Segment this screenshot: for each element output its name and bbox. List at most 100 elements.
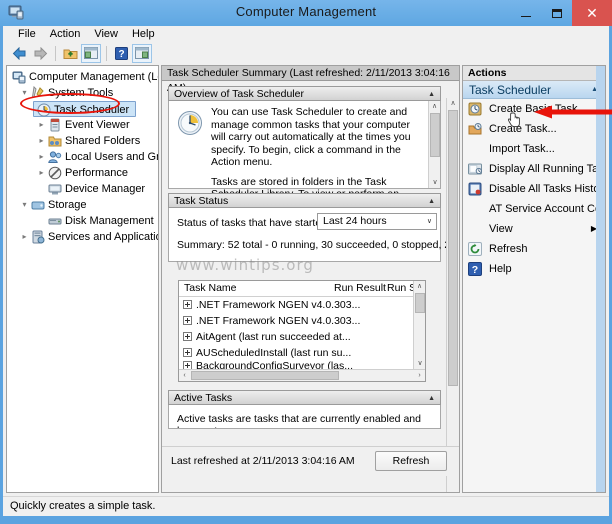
expand-icon[interactable] xyxy=(183,316,192,325)
expand-icon[interactable] xyxy=(183,348,192,357)
scroll-up-icon[interactable]: ∧ xyxy=(429,101,440,112)
actions-section-header[interactable]: Task Scheduler ▲ xyxy=(463,81,605,99)
overview-group: Overview of Task Scheduler ▲ You can use… xyxy=(168,86,441,213)
scroll-up-icon[interactable]: ∧ xyxy=(414,281,425,292)
scroll-left-icon[interactable]: ‹ xyxy=(179,370,190,381)
expander-icon[interactable]: ▸ xyxy=(36,165,47,181)
action-disable-all-tasks-history[interactable]: Disable All Tasks History xyxy=(463,179,605,199)
back-icon[interactable] xyxy=(9,44,29,63)
svg-text:?: ? xyxy=(472,264,478,276)
table-row[interactable]: .NET Framework NGEN v4.0.303... xyxy=(179,313,425,329)
action-help[interactable]: ? Help xyxy=(463,259,605,279)
tree-item-event-viewer[interactable]: ▸ Event Viewer xyxy=(10,117,158,133)
menu-view[interactable]: View xyxy=(87,26,125,42)
system-tools-icon xyxy=(31,85,45,100)
overview-scrollbar[interactable]: ∧ ∨ xyxy=(428,101,440,188)
hscrollbar-thumb[interactable] xyxy=(191,371,339,380)
expander-icon[interactable]: ▸ xyxy=(36,117,47,133)
action-refresh[interactable]: Refresh xyxy=(463,239,605,259)
tree-label: Services and Applications xyxy=(48,231,158,243)
event-viewer-icon xyxy=(48,118,62,132)
task-name: AitAgent (last run succeeded at... xyxy=(196,331,351,343)
display-running-tasks-icon xyxy=(468,162,482,176)
scroll-up-icon[interactable]: ∧ xyxy=(447,98,459,109)
task-status-group-header[interactable]: Task Status ▲ xyxy=(168,193,441,208)
scroll-down-icon[interactable]: ∨ xyxy=(414,358,426,369)
close-button[interactable]: ✕ xyxy=(572,0,612,26)
tree-item-services-and-applications[interactable]: ▸ Services and Applications xyxy=(10,229,158,245)
active-tasks-group-header[interactable]: Active Tasks ▲ xyxy=(168,390,441,405)
chevron-down-icon[interactable]: ∨ xyxy=(427,214,432,229)
minimize-button[interactable] xyxy=(510,0,541,26)
performance-icon xyxy=(48,166,62,180)
task-scheduler-icon xyxy=(37,103,51,117)
menu-help[interactable]: Help xyxy=(125,26,162,42)
tree-item-shared-folders[interactable]: ▸ Shared Folders xyxy=(10,133,158,149)
summary-vertical-scrollbar[interactable]: ∧ ∨ xyxy=(446,98,459,492)
action-label: Disable All Tasks History xyxy=(489,183,606,195)
action-view[interactable]: View ▶ xyxy=(463,219,605,239)
tree-label: Local Users and Groups xyxy=(65,151,158,163)
menu-action[interactable]: Action xyxy=(43,26,88,42)
chevron-up-icon[interactable]: ▲ xyxy=(428,194,435,209)
grid-vertical-scrollbar[interactable]: ∧ ∨ xyxy=(413,281,425,369)
toolbar-separator xyxy=(55,45,56,61)
chevron-up-icon[interactable]: ▲ xyxy=(428,87,435,102)
scrollbar-thumb[interactable] xyxy=(430,113,440,157)
tree-item-computer-management[interactable]: Computer Management (Local xyxy=(10,69,158,85)
show-hide-action-pane-icon[interactable] xyxy=(132,43,152,63)
expander-icon[interactable]: ▾ xyxy=(19,85,30,101)
tree-item-device-manager[interactable]: Device Manager xyxy=(10,181,158,197)
tree-item-storage[interactable]: ▾ Storage xyxy=(10,197,158,213)
help-icon[interactable]: ? xyxy=(111,44,131,63)
content-panes: Computer Management (Local ▾ System Tool… xyxy=(3,64,609,496)
forward-icon[interactable] xyxy=(30,44,50,63)
tree-label: Shared Folders xyxy=(65,135,141,147)
up-folder-icon[interactable] xyxy=(60,44,80,63)
menu-file[interactable]: File xyxy=(11,26,43,42)
table-row[interactable]: .NET Framework NGEN v4.0.303... xyxy=(179,297,425,313)
action-at-service-account-configuration[interactable]: AT Service Account Co... xyxy=(463,199,605,219)
action-create-basic-task[interactable]: Create Basic Task... xyxy=(463,99,605,119)
scroll-down-icon[interactable]: ∨ xyxy=(429,177,441,188)
expander-icon[interactable]: ▸ xyxy=(19,229,30,245)
tree-item-local-users-and-groups[interactable]: ▸ Local Users and Groups xyxy=(10,149,158,165)
expander-icon[interactable]: ▾ xyxy=(19,197,30,213)
time-range-value: Last 24 hours xyxy=(323,215,387,227)
grid-horizontal-scrollbar[interactable]: ‹ › xyxy=(179,369,425,381)
maximize-button[interactable] xyxy=(541,0,572,26)
chevron-up-icon[interactable]: ▲ xyxy=(428,391,435,406)
overview-group-header[interactable]: Overview of Task Scheduler ▲ xyxy=(168,86,441,101)
tree-item-disk-management[interactable]: Disk Management xyxy=(10,213,158,229)
task-status-grid[interactable]: Task Name Run Result Run St .NET Framewo… xyxy=(178,280,426,382)
show-hide-console-tree-icon[interactable] xyxy=(81,43,101,63)
action-label: Import Task... xyxy=(489,143,555,155)
action-import-task[interactable]: Import Task... xyxy=(463,139,605,159)
action-create-task[interactable]: Create Task... xyxy=(463,119,605,139)
menu-bar: File Action View Help xyxy=(3,26,609,42)
scrollbar-thumb[interactable] xyxy=(415,293,425,313)
expander-icon[interactable]: ▸ xyxy=(36,149,47,165)
task-status-title: Task Status xyxy=(174,195,229,207)
task-name: AUScheduledInstall (last run su... xyxy=(196,347,352,359)
scroll-right-icon[interactable]: › xyxy=(414,370,425,381)
expander-icon[interactable]: ▸ xyxy=(36,133,47,149)
column-run-result[interactable]: Run Result xyxy=(334,281,386,296)
tree-item-task-scheduler[interactable]: Task Scheduler xyxy=(33,101,136,117)
summary-footer: Last refreshed at 2/11/2013 3:04:16 AM R… xyxy=(162,446,459,476)
refresh-icon xyxy=(468,242,482,256)
expand-icon[interactable] xyxy=(183,300,192,309)
table-row[interactable]: AUScheduledInstall (last run su... xyxy=(179,345,425,361)
tree-item-performance[interactable]: ▸ Performance xyxy=(10,165,158,181)
refresh-button[interactable]: Refresh xyxy=(375,451,447,471)
column-task-name[interactable]: Task Name xyxy=(184,281,237,296)
table-row[interactable]: AitAgent (last run succeeded at... xyxy=(179,329,425,345)
help-icon: ? xyxy=(468,262,482,276)
tree-item-system-tools[interactable]: ▾ System Tools xyxy=(10,85,158,101)
expand-icon[interactable] xyxy=(183,332,192,341)
scrollbar-thumb[interactable] xyxy=(448,110,458,386)
actions-scrollbar[interactable] xyxy=(596,66,605,492)
action-display-all-running-tasks[interactable]: Display All Running Ta... xyxy=(463,159,605,179)
time-range-dropdown[interactable]: Last 24 hours ∨ xyxy=(317,213,437,230)
console-tree[interactable]: Computer Management (Local ▾ System Tool… xyxy=(6,65,159,493)
